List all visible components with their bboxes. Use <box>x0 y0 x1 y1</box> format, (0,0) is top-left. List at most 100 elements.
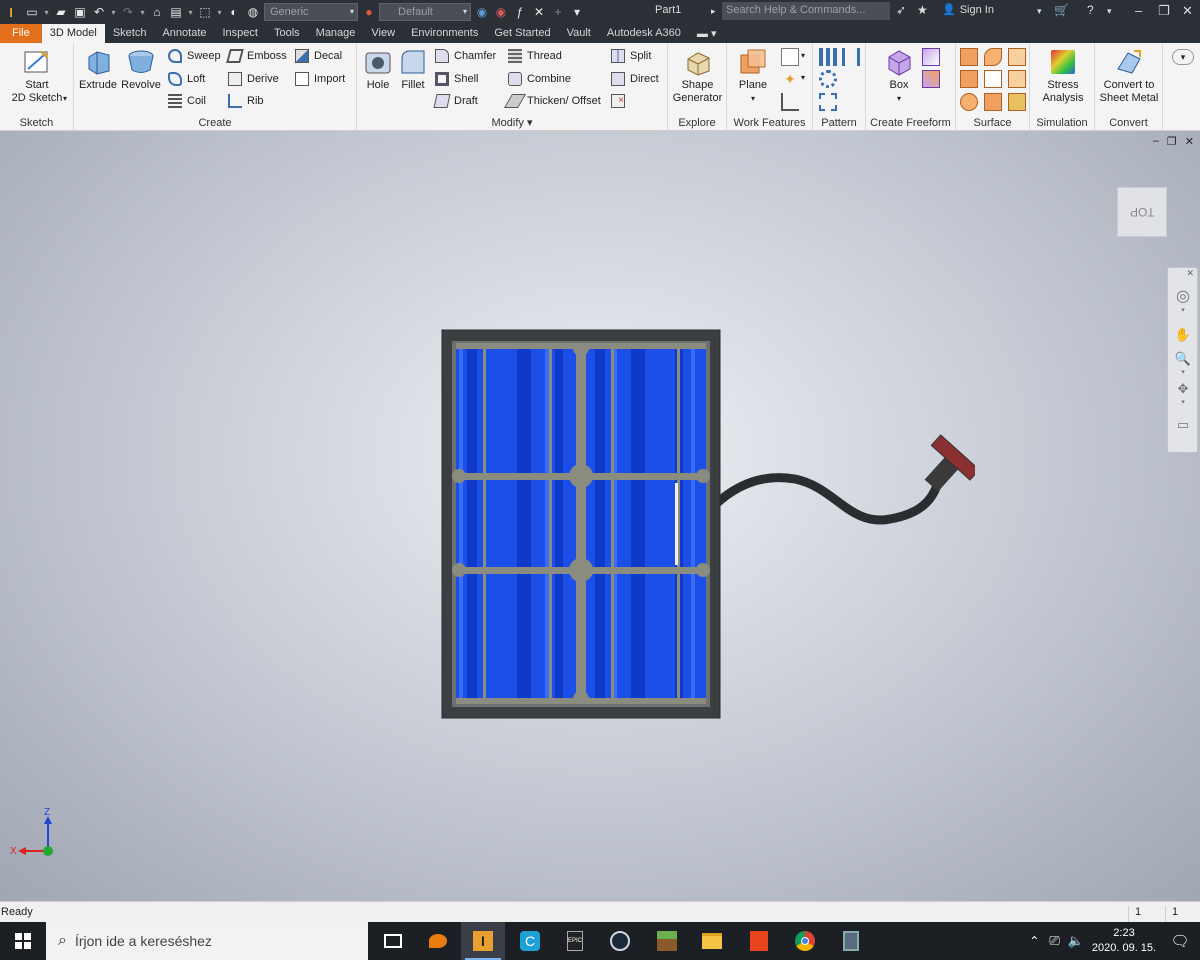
tab-sketch[interactable]: Sketch <box>105 24 155 43</box>
visual-style-select[interactable]: Generic ▾ <box>264 3 358 21</box>
chevron-down-icon[interactable]: ▾ <box>801 51 805 60</box>
tab-environments[interactable]: Environments <box>403 24 486 43</box>
tab-manage[interactable]: Manage <box>308 24 364 43</box>
tab-get-started[interactable]: Get Started <box>486 24 558 43</box>
look-at-icon[interactable]: ▭ <box>1174 416 1192 434</box>
plus-icon[interactable]: + <box>549 3 567 21</box>
clock[interactable]: 2:23 2020. 09. 15. <box>1088 926 1160 956</box>
epic-games-icon[interactable]: EPIC <box>553 922 597 960</box>
coil-button[interactable]: Coil <box>168 91 206 111</box>
repair-bodies-icon[interactable] <box>960 93 978 111</box>
print-icon[interactable]: ▤ <box>167 3 185 21</box>
blender-icon[interactable] <box>416 922 460 960</box>
rectangular-pattern-icon[interactable] <box>819 48 837 66</box>
work-point-icon[interactable]: ✦ <box>781 70 799 88</box>
sculpt-icon[interactable] <box>984 48 1002 66</box>
patch-icon[interactable] <box>1008 48 1026 66</box>
replace-face-icon[interactable] <box>1008 70 1026 88</box>
restore-icon[interactable]: ❐ <box>1158 3 1170 19</box>
chrome-icon[interactable] <box>783 922 827 960</box>
restore-icon[interactable]: ❐ <box>1167 135 1177 148</box>
freeform-box-button[interactable]: Box ▾ <box>876 47 922 105</box>
hole-button[interactable]: Hole <box>361 47 395 92</box>
clear-appearance-icon[interactable]: ◉ <box>492 3 510 21</box>
draft-button[interactable]: Draft <box>433 91 478 111</box>
sketch-pattern-icon[interactable] <box>819 93 837 111</box>
close-icon[interactable]: ✕ <box>1185 135 1194 148</box>
mirror-icon[interactable] <box>842 48 860 66</box>
trim-icon[interactable] <box>960 70 978 88</box>
appearance-select[interactable]: Default ▾ <box>379 3 471 21</box>
home-icon[interactable]: ⌂ <box>148 3 166 21</box>
network-icon[interactable]: ⎚ <box>1049 933 1059 949</box>
chevron-down-icon[interactable]: ▾ <box>109 3 118 21</box>
taskbar-search-input[interactable]: ⌕ Írjon ide a kereséshez <box>46 922 368 960</box>
parameters-icon[interactable]: ƒ <box>511 3 529 21</box>
steering-wheel-icon[interactable]: ◎ <box>1174 288 1192 306</box>
pan-icon[interactable]: ✋ <box>1174 326 1192 344</box>
stress-analysis-button[interactable]: Stress Analysis <box>1033 47 1093 105</box>
modify-panel-title[interactable]: Modify ▾ <box>357 116 667 129</box>
graphics-window[interactable]: ‒ ❐ ✕ TOP ✕ ◎ ▾ ✋ 🔍 ▾ ✥ ▾ ▭ Z X <box>0 131 1200 901</box>
work-axis-icon[interactable] <box>781 48 799 66</box>
save-icon[interactable]: ▣ <box>71 3 89 21</box>
tab-file[interactable]: File <box>0 24 42 43</box>
minecraft-icon[interactable] <box>645 922 689 960</box>
derive-button[interactable]: Derive <box>228 69 279 89</box>
color-wheel-icon[interactable]: ● <box>360 3 378 21</box>
help-search-input[interactable]: Search Help & Commands... <box>722 2 890 20</box>
select-icon[interactable]: ⬚ <box>196 3 214 21</box>
help-icon[interactable]: ? <box>1087 3 1094 17</box>
stitch-icon[interactable] <box>960 48 978 66</box>
ucs-icon[interactable] <box>781 93 799 111</box>
tab-autodesk-a360[interactable]: Autodesk A360 <box>599 24 689 43</box>
app-logo-icon[interactable]: I <box>0 3 22 21</box>
tab-3d-model[interactable]: 3D Model <box>41 24 105 43</box>
undo-icon[interactable]: ↶ <box>90 3 108 21</box>
open-folder-icon[interactable]: ▰ <box>52 3 70 21</box>
chevron-down-icon[interactable]: ▾ <box>63 94 67 103</box>
inventor-icon[interactable]: I <box>461 922 505 960</box>
minimize-icon[interactable]: ‒ <box>1153 135 1159 148</box>
chamfer-button[interactable]: Chamfer <box>435 46 496 66</box>
chevron-down-icon[interactable]: ▾ <box>215 3 224 21</box>
chevron-down-icon[interactable]: ▾ <box>138 3 147 21</box>
start-button[interactable] <box>0 922 46 960</box>
viewcube[interactable]: TOP <box>1117 187 1167 237</box>
decal-button[interactable]: Decal <box>295 46 342 66</box>
file-explorer-icon[interactable] <box>690 922 734 960</box>
tab-vault[interactable]: Vault <box>559 24 599 43</box>
globe-icon[interactable]: ◍ <box>244 3 262 21</box>
measure-icon[interactable]: ✕ <box>530 3 548 21</box>
chevron-down-icon[interactable]: ▾ <box>1174 368 1192 378</box>
delete-face-button[interactable]: × <box>611 91 630 111</box>
orbit-icon[interactable]: ✥ <box>1174 380 1192 398</box>
thread-button[interactable]: Thread <box>508 46 562 66</box>
favorites-star-icon[interactable]: ★ <box>917 3 928 17</box>
start-2d-sketch-button[interactable]: Start 2D Sketch <box>6 47 68 105</box>
tab-inspect[interactable]: Inspect <box>215 24 266 43</box>
chevron-down-icon[interactable]: ▾ <box>1174 306 1192 316</box>
extrude-button[interactable]: Extrude <box>78 47 118 92</box>
emboss-button[interactable]: Emboss <box>226 46 287 66</box>
cura-icon[interactable]: C <box>508 922 552 960</box>
volume-icon[interactable]: 🔈 <box>1068 933 1084 949</box>
solar-panel-model[interactable] <box>435 291 975 731</box>
chevron-down-icon[interactable]: ▾ <box>1174 398 1192 408</box>
tab-tools[interactable]: Tools <box>266 24 308 43</box>
circular-pattern-icon[interactable] <box>819 70 837 88</box>
convert-sheet-metal-button[interactable]: Convert to Sheet Metal <box>1097 47 1161 105</box>
convert-freeform-icon[interactable] <box>922 48 940 66</box>
chevron-down-icon[interactable]: ▾ <box>1037 6 1042 17</box>
thicken-offset-button[interactable]: Thicken/ Offset <box>503 91 601 111</box>
chevron-down-icon[interactable]: ▾ <box>186 3 195 21</box>
chevron-down-icon[interactable]: ▾ <box>801 73 805 82</box>
office-icon[interactable] <box>737 922 781 960</box>
ruled-surface-icon[interactable] <box>1008 93 1026 111</box>
sweep-button[interactable]: Sweep <box>168 46 221 66</box>
chevron-down-icon[interactable]: ▾ <box>1107 6 1112 17</box>
close-icon[interactable]: ✕ <box>1182 3 1193 19</box>
fillet-button[interactable]: Fillet <box>396 47 430 92</box>
adjust-icon[interactable]: ◉ <box>473 3 491 21</box>
close-icon[interactable]: ✕ <box>1186 268 1194 279</box>
